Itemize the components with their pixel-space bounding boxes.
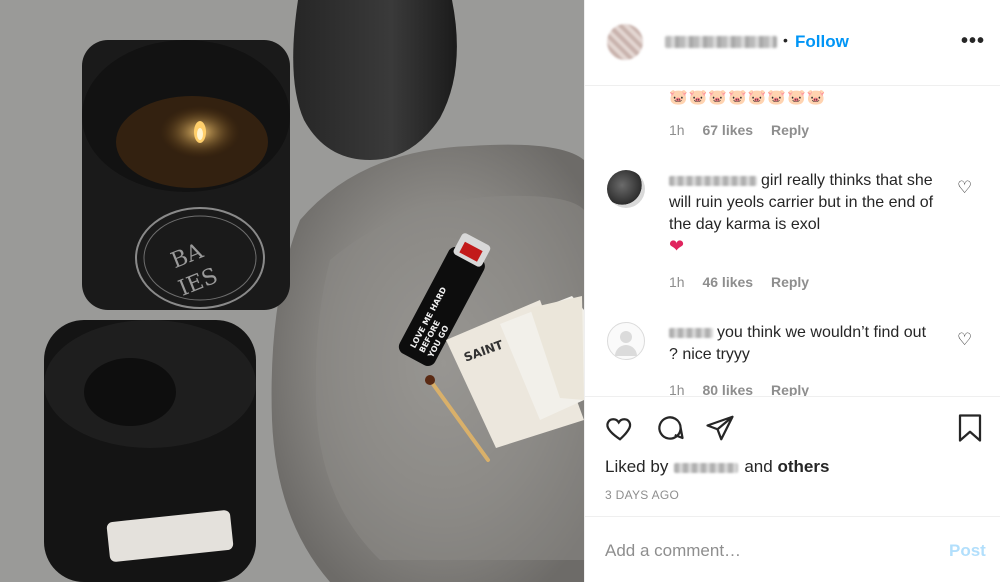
- post-photo[interactable]: BA IES LOVE ME HARD BEFORE YOU GO SAINT: [0, 0, 584, 582]
- author-username-blurred[interactable]: [665, 36, 777, 48]
- liked-by-others-link[interactable]: others: [777, 457, 829, 476]
- post-comment-button[interactable]: Post: [949, 541, 986, 561]
- post-actions: Liked by and others 3 DAYS AGO: [585, 396, 1000, 516]
- comment-3-time: 1h: [669, 382, 685, 396]
- liked-by-summary: Liked by and others: [605, 457, 829, 477]
- comment-2-username-blurred[interactable]: [669, 175, 757, 186]
- comment-2-like-icon[interactable]: ♡: [957, 178, 972, 198]
- liked-by-prefix: Liked by: [605, 457, 669, 476]
- follow-button[interactable]: Follow: [795, 32, 849, 52]
- comment-3-avatar[interactable]: [607, 322, 645, 360]
- comments-list[interactable]: 🐷🐷🐷🐷🐷🐷🐷🐷 1h 67 likes Reply girl really t…: [585, 86, 1000, 396]
- comment-1-likes[interactable]: 67 likes: [702, 122, 753, 138]
- black-lidded-jar: [44, 320, 256, 582]
- liked-by-and: and: [744, 457, 773, 476]
- save-bookmark-icon[interactable]: [955, 413, 985, 448]
- post-header: • Follow •••: [585, 0, 1000, 86]
- comment-2-meta: 1h 46 likes Reply: [669, 274, 823, 290]
- post-date[interactable]: 3 DAYS AGO: [605, 488, 679, 502]
- comment-1-text: 🐷🐷🐷🐷🐷🐷🐷🐷: [669, 89, 827, 106]
- comment-2-heart-emoji: ❤: [669, 236, 685, 256]
- like-heart-icon[interactable]: [605, 413, 635, 448]
- post-panel: • Follow ••• 🐷🐷🐷🐷🐷🐷🐷🐷 1h 67 likes Reply …: [584, 0, 1000, 582]
- comment-2-time: 1h: [669, 274, 685, 290]
- comment-2-avatar[interactable]: [607, 170, 645, 208]
- comment-1-meta: 1h 67 likes Reply: [669, 122, 823, 138]
- liked-by-user-blurred[interactable]: [674, 462, 739, 473]
- comment-3: you think we wouldn’t find out ? nice tr…: [669, 322, 937, 366]
- share-paper-plane-icon[interactable]: [705, 413, 735, 448]
- comment-3-reply[interactable]: Reply: [771, 382, 809, 396]
- comment-2-reply[interactable]: Reply: [771, 274, 809, 290]
- comment-3-like-icon[interactable]: ♡: [957, 330, 972, 350]
- comment-3-likes[interactable]: 80 likes: [702, 382, 753, 396]
- comment-2: girl really thinks that she will ruin ye…: [669, 170, 937, 256]
- candle-jar: BA IES: [82, 40, 290, 310]
- add-comment-input[interactable]: [605, 539, 925, 563]
- comment-2-likes[interactable]: 46 likes: [702, 274, 753, 290]
- author-avatar[interactable]: [607, 24, 643, 60]
- comment-bubble-icon[interactable]: [655, 413, 685, 448]
- comment-3-meta: 1h 80 likes Reply: [669, 382, 823, 396]
- comment-1-time: 1h: [669, 122, 685, 138]
- comment-1-reply[interactable]: Reply: [771, 122, 809, 138]
- more-options-icon[interactable]: •••: [961, 30, 985, 53]
- photo-scene: BA IES LOVE ME HARD BEFORE YOU GO SAINT: [0, 0, 584, 582]
- comment-3-username-blurred[interactable]: [669, 327, 713, 338]
- comment-composer: Post: [585, 516, 1000, 582]
- separator-dot: •: [783, 32, 788, 48]
